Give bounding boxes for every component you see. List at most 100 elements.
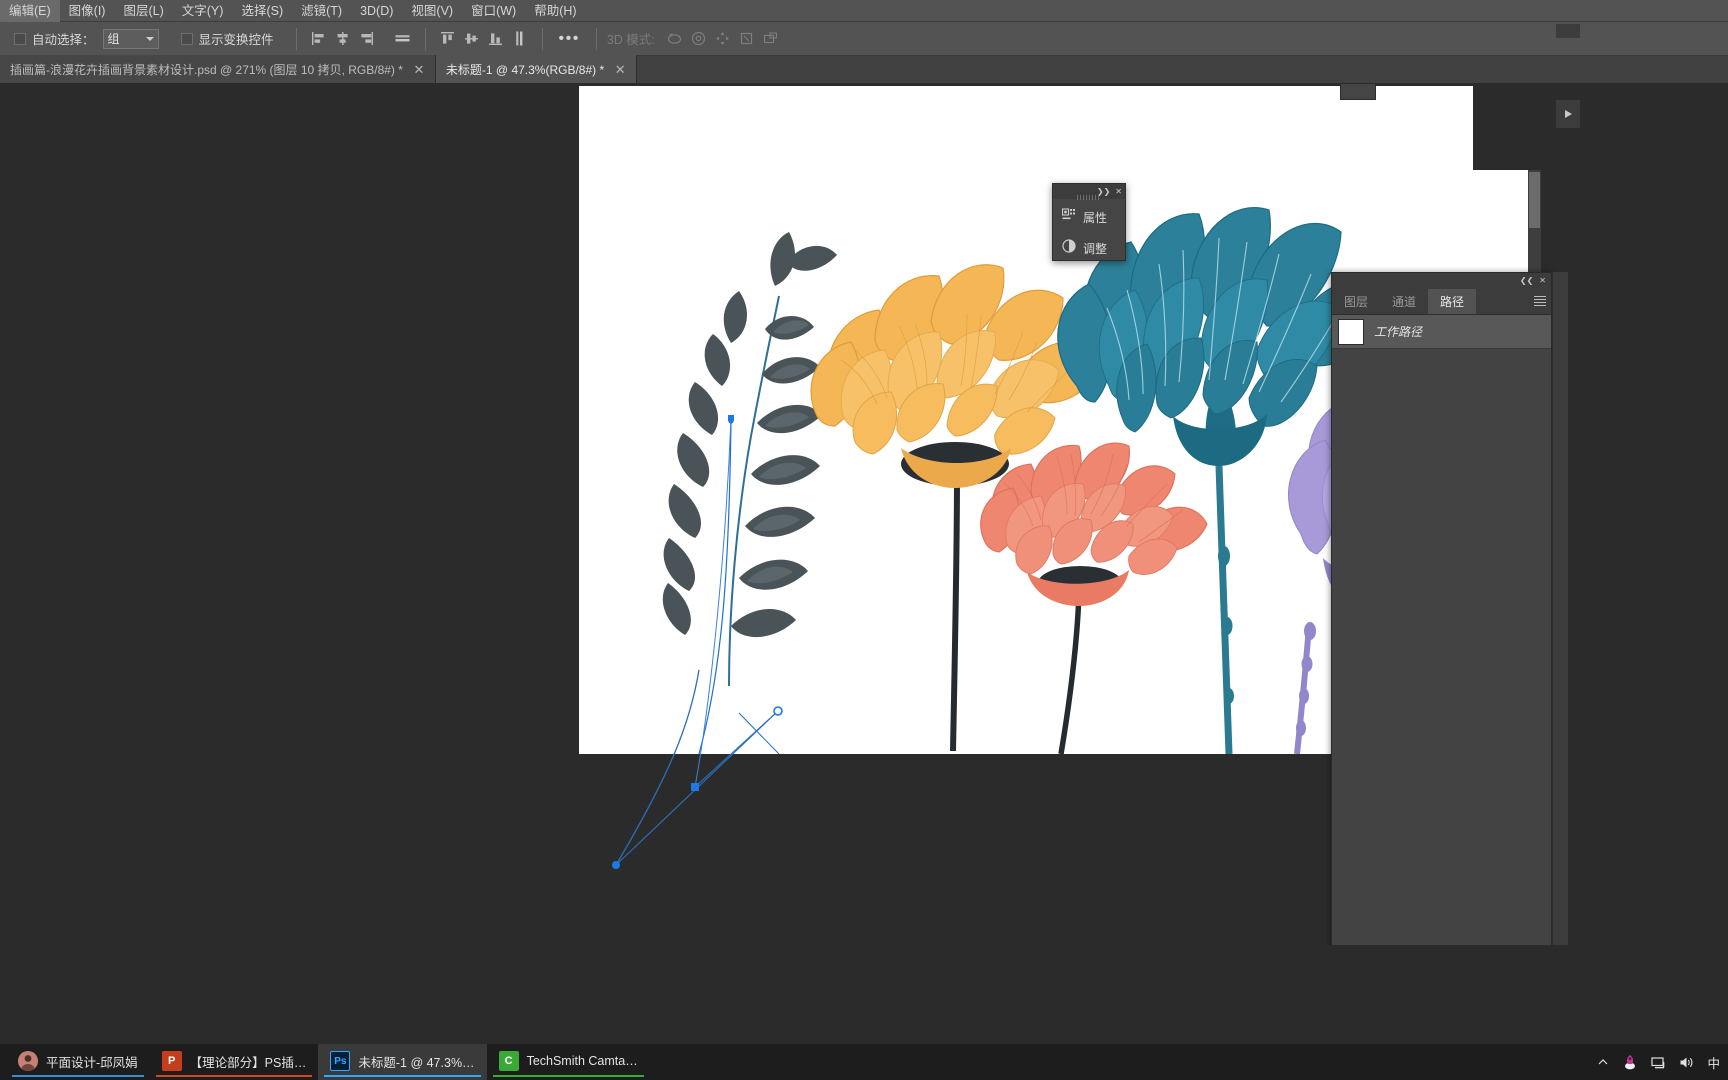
- canvas-work-area[interactable]: ❯❯ ✕ 属性 调整 ❮❮ ✕ 图层 通道 路径 工作路径: [0, 84, 1728, 945]
- align-left-edges-button[interactable]: [308, 28, 330, 50]
- more-options-button[interactable]: •••: [553, 30, 586, 46]
- panel-row-label: 属性: [1083, 210, 1108, 225]
- show-transform-checkbox-group[interactable]: 显示变换控件: [180, 29, 274, 48]
- collapse-icon[interactable]: ❮❮: [1520, 277, 1533, 285]
- close-icon[interactable]: ✕: [1539, 277, 1546, 285]
- align-right-edges-button[interactable]: [356, 28, 378, 50]
- path-end-point: [612, 861, 620, 869]
- document-tab-label: 插画篇-浪漫花卉插画背景素材设计.psd @ 271% (图层 10 拷贝, R…: [10, 62, 403, 77]
- paths-panel-tab-strip: 图层 通道 路径: [1332, 289, 1551, 315]
- menu-filter[interactable]: 滤镜(T): [292, 0, 351, 22]
- menu-view[interactable]: 视图(V): [402, 0, 462, 22]
- photoshop-icon-letters: Ps: [334, 1055, 347, 1067]
- chevron-down-icon: [145, 36, 154, 41]
- show-transform-label: 显示变换控件: [198, 33, 274, 47]
- document-tab-bar: 插画篇-浪漫花卉插画背景素材设计.psd @ 271% (图层 10 拷贝, R…: [0, 55, 1728, 84]
- panel-row-properties[interactable]: 属性: [1053, 204, 1125, 230]
- ime-indicator[interactable]: 中: [1707, 1053, 1720, 1072]
- hidden-icons-chevron-icon[interactable]: [1597, 1056, 1609, 1068]
- menu-type[interactable]: 文字(Y): [173, 0, 233, 22]
- taskbar-underline: [492, 1075, 644, 1077]
- taskbar-underline: [12, 1075, 144, 1077]
- menu-help[interactable]: 帮助(H): [525, 0, 585, 22]
- photoshop-window: 编辑(E) 图像(I) 图层(L) 文字(Y) 选择(S) 滤镜(T) 3D(D…: [0, 0, 1728, 1080]
- distribute-horizontal-button[interactable]: [392, 28, 414, 50]
- taskbar-underline: [155, 1075, 313, 1077]
- paths-list[interactable]: 工作路径: [1332, 315, 1551, 945]
- close-icon[interactable]: ✕: [413, 63, 425, 76]
- panel-row-adjustments[interactable]: 调整: [1053, 235, 1125, 261]
- close-icon[interactable]: ✕: [614, 63, 626, 76]
- panel-menu-icon[interactable]: [1533, 295, 1547, 307]
- network-icon[interactable]: [1651, 1055, 1666, 1070]
- system-tray: 中: [1597, 1044, 1720, 1080]
- adjustments-icon: [1062, 238, 1076, 258]
- tab-paths[interactable]: 路径: [1428, 289, 1477, 314]
- auto-select-label: 自动选择：: [32, 33, 95, 47]
- menu-3d[interactable]: 3D(D): [351, 0, 402, 22]
- menu-layer[interactable]: 图层(L): [114, 0, 172, 22]
- menu-edit[interactable]: 编辑(E): [0, 0, 60, 22]
- panel-grip-icon: [1077, 195, 1101, 200]
- taskbar-item-label: 【理论部分】PS插…: [189, 1055, 307, 1070]
- volume-icon[interactable]: [1679, 1055, 1694, 1070]
- taskbar-item-label: 平面设计-邱凤娟: [46, 1055, 138, 1070]
- taskbar-item-photoshop[interactable]: Ps 未标题-1 @ 47.3%…: [318, 1044, 487, 1080]
- properties-icon: [1061, 207, 1076, 227]
- scale-3d-tool-icon[interactable]: [759, 28, 783, 50]
- type-mini-toolbar[interactable]: ❯❯ ✕ A| ¶: [1340, 84, 1376, 100]
- powerpoint-icon-letter: P: [168, 1055, 176, 1067]
- path-row-work-path[interactable]: 工作路径: [1332, 315, 1551, 349]
- auto-select-scope-value: 组: [107, 32, 120, 46]
- properties-mini-panel[interactable]: ❯❯ ✕ 属性 调整: [1052, 183, 1126, 261]
- tab-channels[interactable]: 通道: [1380, 289, 1428, 314]
- avatar-icon: [18, 1051, 38, 1071]
- align-top-edges-button[interactable]: [437, 28, 459, 50]
- taskbar-item-powerpoint[interactable]: P 【理论部分】PS插…: [150, 1044, 319, 1080]
- right-rail-chip-1: [1556, 24, 1580, 38]
- menu-image[interactable]: 图像(I): [60, 0, 115, 22]
- show-transform-checkbox[interactable]: [180, 32, 193, 45]
- document-tab-label: 未标题-1 @ 47.3%(RGB/8#) *: [445, 62, 605, 77]
- paths-panel[interactable]: ❮❮ ✕ 图层 通道 路径 工作路径: [1331, 272, 1552, 945]
- document-tab-flowers-psd[interactable]: 插画篇-浪漫花卉插画背景素材设计.psd @ 271% (图层 10 拷贝, R…: [0, 55, 436, 83]
- taskbar-item-wechat[interactable]: 平面设计-邱凤娟: [6, 1044, 150, 1080]
- canvas-vertical-scrollbar-thumb[interactable]: [1529, 172, 1540, 228]
- align-vertical-centers-button[interactable]: [461, 28, 483, 50]
- taskbar-item-label: TechSmith Camta…: [526, 1054, 638, 1068]
- document-tab-untitled-1[interactable]: 未标题-1 @ 47.3%(RGB/8#) * ✕: [435, 55, 638, 83]
- pan-3d-tool-icon[interactable]: [711, 28, 735, 50]
- taskbar-item-camtasia[interactable]: C TechSmith Camta…: [487, 1044, 650, 1080]
- tab-layers[interactable]: 图层: [1332, 289, 1380, 314]
- taskbar-item-label: 未标题-1 @ 47.3%…: [358, 1055, 475, 1070]
- photoshop-icon: Ps: [330, 1051, 351, 1071]
- options-bar: 自动选择： 组 显示变换控件 ••• 3D 模式:: [0, 22, 1728, 56]
- paragraph-panel-button[interactable]: ¶: [1341, 84, 1375, 87]
- auto-select-checkbox-group[interactable]: 自动选择：: [14, 29, 95, 48]
- path-name-label: 工作路径: [1374, 325, 1423, 339]
- menu-bar: 编辑(E) 图像(I) 图层(L) 文字(Y) 选择(S) 滤镜(T) 3D(D…: [0, 0, 1728, 22]
- windows-taskbar: 平面设计-邱凤娟 P 【理论部分】PS插… Ps 未标题-1 @ 47.3%… …: [0, 1044, 1728, 1080]
- notification-app-icon[interactable]: [1622, 1054, 1638, 1070]
- auto-select-scope-dropdown[interactable]: 组: [102, 28, 159, 49]
- panel-row-label: 调整: [1083, 241, 1108, 256]
- close-icon[interactable]: ✕: [1115, 187, 1122, 196]
- panel-title-bar[interactable]: ❯❯ ✕: [1053, 184, 1125, 200]
- right-rail-play-button[interactable]: [1556, 100, 1580, 128]
- auto-select-checkbox[interactable]: [14, 32, 26, 45]
- divider: [424, 27, 426, 50]
- align-horizontal-centers-button[interactable]: [332, 28, 354, 50]
- distribute-vertical-button[interactable]: [509, 28, 531, 50]
- divider: [595, 27, 597, 50]
- path-anchor-point: [691, 783, 699, 791]
- mode-3d-label: 3D 模式:: [606, 33, 655, 47]
- menu-window[interactable]: 窗口(W): [462, 0, 525, 22]
- slide-3d-tool-icon[interactable]: [735, 28, 759, 50]
- panel-dock-strip: [1552, 272, 1568, 945]
- roll-3d-tool-icon[interactable]: [687, 28, 711, 50]
- align-bottom-edges-button[interactable]: [485, 28, 507, 50]
- paths-panel-title-bar[interactable]: ❮❮ ✕: [1332, 273, 1551, 289]
- divider: [541, 27, 543, 50]
- menu-select[interactable]: 选择(S): [232, 0, 292, 22]
- rotate-3d-tool-icon[interactable]: [663, 28, 687, 50]
